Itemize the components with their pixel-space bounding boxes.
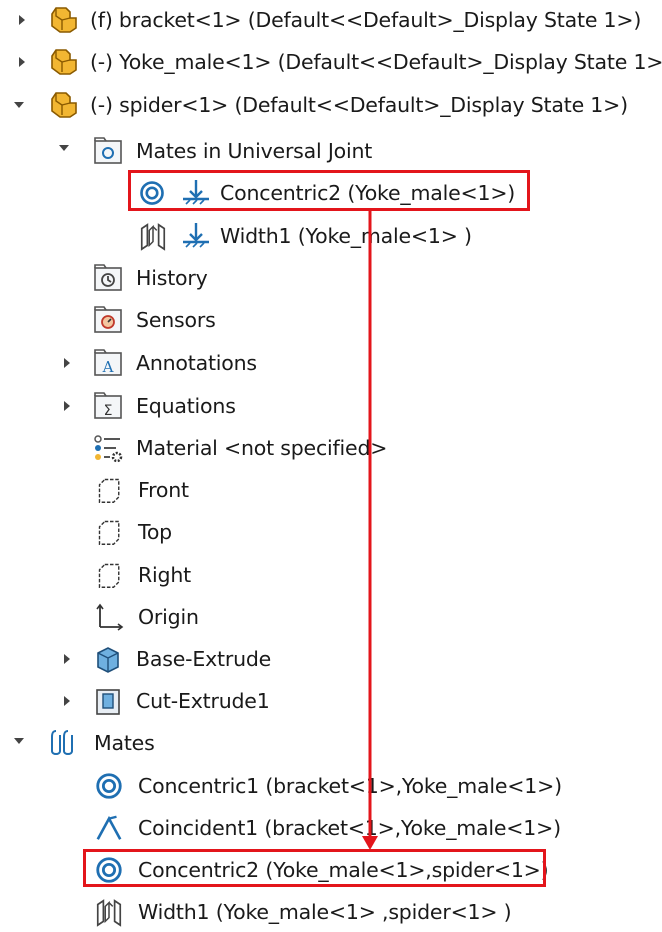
material-icon	[92, 432, 124, 464]
history-icon	[92, 262, 124, 294]
sensors-icon	[92, 304, 124, 336]
tree-item-coincident1[interactable]: Coincident1 (bracket<1>,Yoke_male<1>)	[94, 808, 561, 848]
tree-item-label: Equations	[136, 394, 236, 418]
highlight-box	[83, 849, 546, 887]
tree-item-label: (-) spider<1> (Default<<Default>_Display…	[90, 93, 628, 117]
tree-item-label: Front	[138, 478, 189, 502]
part-icon	[48, 4, 80, 36]
tree-item-label: Coincident1 (bracket<1>,Yoke_male<1>)	[138, 816, 561, 840]
expand-caret[interactable]	[15, 13, 29, 27]
expand-caret[interactable]	[15, 55, 29, 69]
width-icon	[138, 221, 168, 251]
tree-item-label: (f) bracket<1> (Default<<Default>_Displa…	[90, 8, 642, 32]
tree-item-origin[interactable]: Origin	[94, 597, 199, 637]
annotations-icon: A	[92, 347, 124, 379]
tree-item-right-plane[interactable]: Right	[96, 555, 191, 595]
tree-item-label: Origin	[138, 605, 199, 629]
tree-item-front-plane[interactable]: Front	[96, 470, 189, 510]
tree-item-width1-local[interactable]: Width1 (Yoke_male<1> )	[138, 216, 472, 256]
origin-icon	[94, 601, 126, 633]
tree-item-label: Concentric1 (bracket<1>,Yoke_male<1>)	[138, 774, 562, 798]
tree-item-label: Width1 (Yoke_male<1> )	[220, 224, 472, 248]
tree-item-label: Annotations	[136, 351, 257, 375]
tree-item-label: Mates	[94, 731, 155, 755]
expand-caret[interactable]	[60, 652, 74, 666]
tree-item-label: Sensors	[136, 308, 216, 332]
tree-item-material[interactable]: Material <not specified>	[92, 428, 387, 468]
tree-item-equations[interactable]: Σ Equations	[92, 386, 236, 426]
tree-item-label: (-) Yoke_male<1> (Default<<Default>_Disp…	[90, 50, 662, 74]
tree-item-label: Right	[138, 563, 191, 587]
part-icon	[48, 89, 80, 121]
tree-item-annotations[interactable]: A Annotations	[92, 343, 257, 383]
tree-item-sensors[interactable]: Sensors	[92, 300, 216, 340]
tree-item-base-extrude[interactable]: Base-Extrude	[92, 639, 271, 679]
highlight-box	[128, 170, 530, 211]
tree-item-cut-extrude[interactable]: Cut-Extrude1	[92, 681, 270, 721]
coincident-icon	[94, 813, 124, 843]
tree-item-top-plane[interactable]: Top	[96, 512, 172, 552]
part-icon	[48, 46, 80, 78]
tree-item-concentric1[interactable]: Concentric1 (bracket<1>,Yoke_male<1>)	[94, 766, 562, 806]
tree-item-label: Cut-Extrude1	[136, 689, 270, 713]
tree-item-label: Width1 (Yoke_male<1> ,spider<1> )	[138, 900, 512, 924]
tree-item-mates-folder[interactable]: Mates in Universal Joint	[92, 131, 372, 171]
collapse-caret[interactable]	[57, 141, 71, 155]
width-icon	[94, 897, 124, 927]
mates-icon	[48, 727, 80, 759]
expand-caret[interactable]	[60, 694, 74, 708]
tree-item-spider[interactable]: (-) spider<1> (Default<<Default>_Display…	[48, 85, 628, 125]
expand-caret[interactable]	[60, 399, 74, 413]
concentric-icon	[94, 771, 124, 801]
tree-item-bracket[interactable]: (f) bracket<1> (Default<<Default>_Displa…	[48, 0, 641, 40]
tree-item-label: Mates in Universal Joint	[136, 139, 373, 163]
equations-icon: Σ	[92, 390, 124, 422]
plane-icon	[96, 516, 124, 548]
tree-item-width1[interactable]: Width1 (Yoke_male<1> ,spider<1> )	[94, 892, 512, 932]
tree-item-yoke-male[interactable]: (-) Yoke_male<1> (Default<<Default>_Disp…	[48, 42, 662, 82]
svg-text:A: A	[102, 358, 114, 376]
tree-item-label: Base-Extrude	[136, 647, 272, 671]
extrude-icon	[92, 643, 124, 675]
tree-item-label: Top	[138, 520, 172, 544]
collapse-caret[interactable]	[12, 734, 26, 748]
plane-icon	[96, 559, 124, 591]
ground-icon	[180, 220, 212, 252]
tree-item-label: History	[136, 266, 208, 290]
svg-text:Σ: Σ	[104, 403, 113, 419]
collapse-caret[interactable]	[12, 98, 26, 112]
mates-folder-icon	[92, 135, 124, 167]
tree-item-history[interactable]: History	[92, 258, 208, 298]
cut-extrude-icon	[92, 685, 124, 717]
tree-item-label: Material <not specified>	[136, 436, 388, 460]
expand-caret[interactable]	[60, 356, 74, 370]
tree-item-mates-root[interactable]: Mates	[48, 723, 155, 763]
plane-icon	[96, 474, 124, 506]
